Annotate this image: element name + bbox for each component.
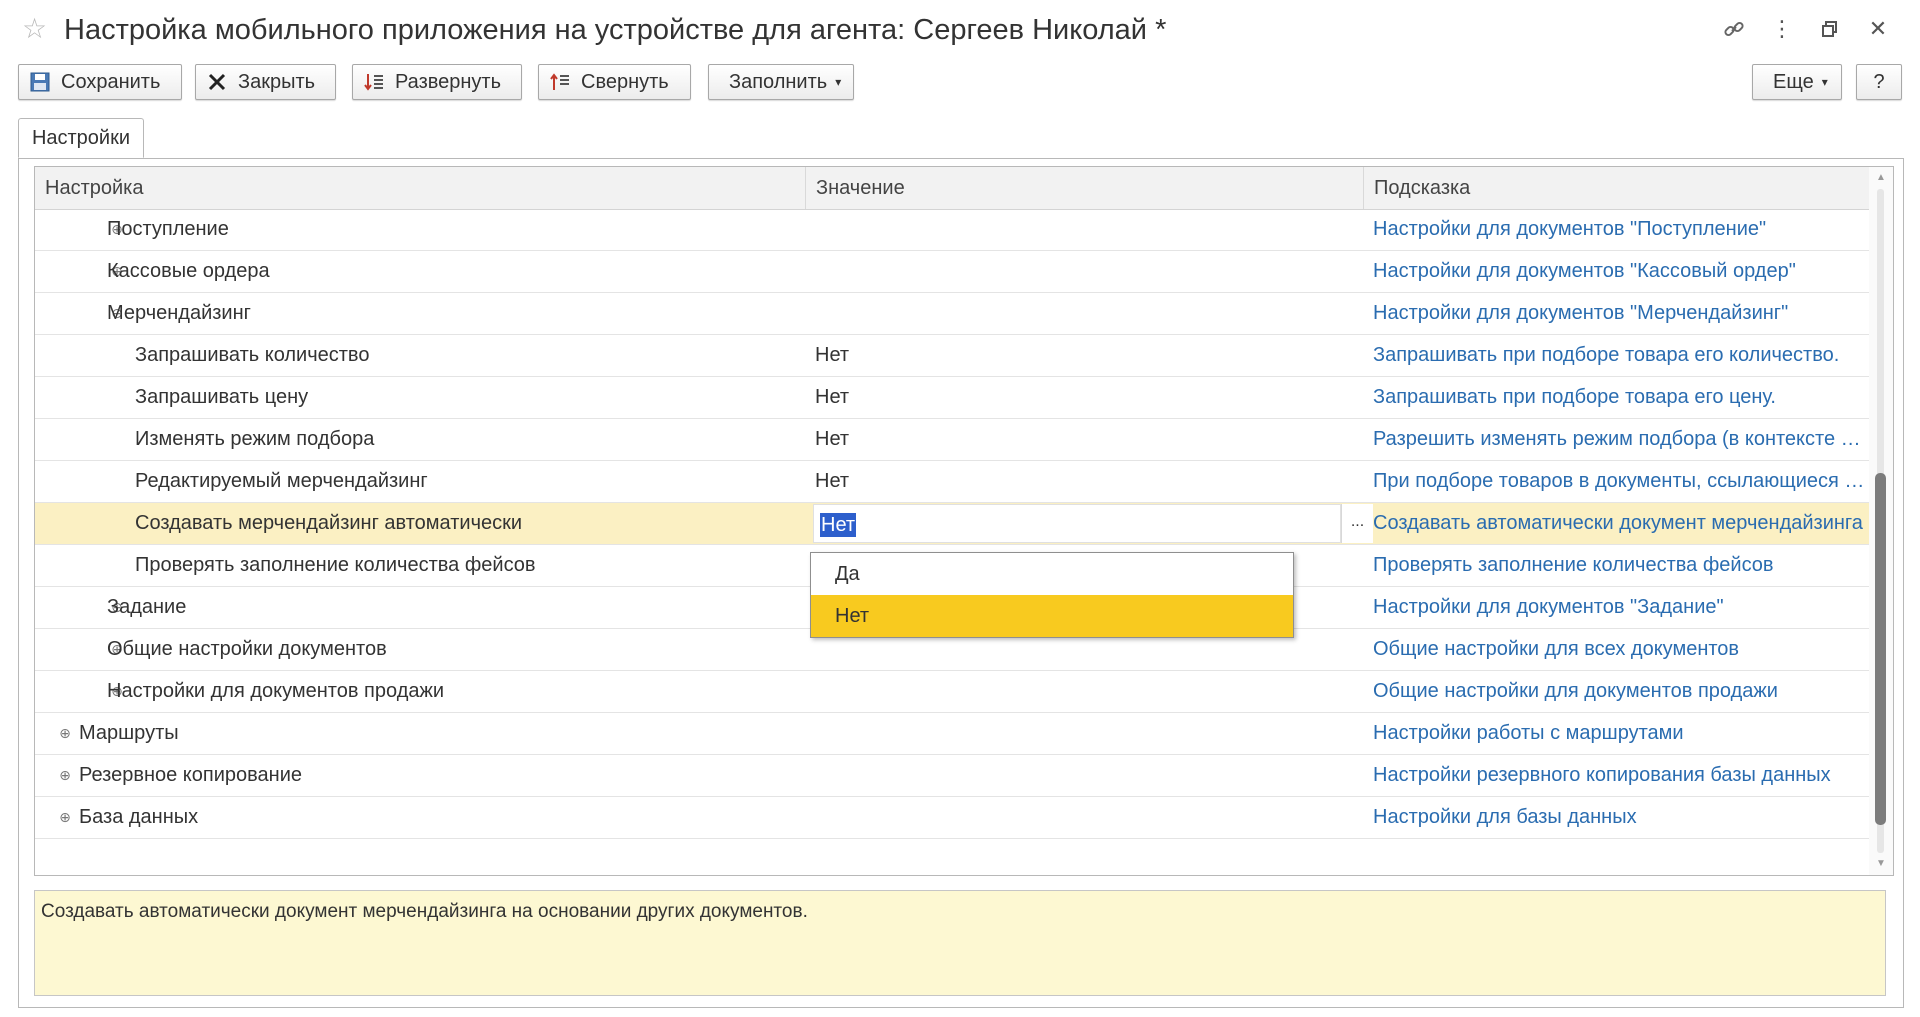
- favorite-star-icon[interactable]: ☆: [22, 14, 47, 44]
- more-vertical-icon[interactable]: ⋮: [1758, 14, 1806, 44]
- setting-value[interactable]: [815, 293, 1355, 334]
- setting-hint-link[interactable]: При подборе товаров в документы, ссылающ…: [1373, 461, 1867, 502]
- setting-name: Настройки для документов продажи: [107, 680, 445, 702]
- setting-hint-link[interactable]: Настройки для документов "Задание": [1373, 587, 1867, 628]
- setting-hint-link[interactable]: Общие настройки для всех документов: [1373, 629, 1867, 670]
- tab-settings[interactable]: Настройки: [18, 118, 144, 158]
- setting-value[interactable]: [815, 755, 1355, 796]
- dropdown-option-yes[interactable]: Да: [811, 553, 1293, 595]
- setting-hint-link[interactable]: Запрашивать при подборе товара его цену.: [1373, 377, 1867, 418]
- choose-button-ellipsis-icon[interactable]: ...: [1341, 504, 1373, 543]
- window-controls: ⋮ ✕: [1710, 14, 1902, 44]
- expand-button[interactable]: Развернуть: [352, 64, 522, 100]
- table-row[interactable]: ⊕ Поступление Настройки для документов "По…: [35, 209, 1869, 251]
- setting-value[interactable]: Нет: [815, 335, 1355, 376]
- setting-name: Мерчендайзинг: [107, 302, 251, 324]
- selected-value-text: Нет: [820, 513, 857, 537]
- close-button[interactable]: Закрыть: [195, 64, 336, 100]
- setting-name: Кассовые ордера: [107, 260, 270, 282]
- setting-hint-link[interactable]: Настройки для базы данных: [1373, 797, 1867, 838]
- fill-dropdown-button[interactable]: Заполнить ▾: [708, 64, 854, 100]
- toolbar: Сохранить Закрыть Развернуть Свернуть За…: [18, 64, 1904, 102]
- title-bar: ☆ Настройка мобильного приложения на уст…: [0, 0, 1920, 58]
- setting-name: Резервное копирование: [79, 764, 303, 786]
- table-header: Настройка Значение Подсказка: [35, 167, 1869, 210]
- setting-hint-link[interactable]: Настройки работы с маршрутами: [1373, 713, 1867, 754]
- collapse-button[interactable]: Свернуть: [538, 64, 691, 100]
- setting-name: База данных: [79, 806, 199, 828]
- help-button[interactable]: ?: [1856, 64, 1902, 100]
- close-window-icon[interactable]: ✕: [1854, 14, 1902, 44]
- setting-value[interactable]: [815, 209, 1355, 250]
- setting-value[interactable]: [815, 797, 1355, 838]
- scroll-thumb[interactable]: [1875, 473, 1886, 825]
- setting-hint-link[interactable]: Проверять заполнение количества фейсов: [1373, 545, 1867, 586]
- table-row[interactable]: ⊕ Резервное копирование Настройки резервно…: [35, 755, 1869, 797]
- vertical-scrollbar[interactable]: ▲ ▼: [1869, 167, 1893, 875]
- setting-hint-link[interactable]: Разрешить изменять режим подбора (в конт…: [1373, 419, 1867, 460]
- setting-value[interactable]: Нет: [815, 377, 1355, 418]
- table-row[interactable]: ⊖ Мерчендайзинг Настройки для документов "…: [35, 293, 1869, 335]
- table-row[interactable]: Создавать мерчендайзинг автоматически Нет…: [35, 503, 1869, 545]
- more-button[interactable]: Еще ▾: [1752, 64, 1842, 100]
- settings-table: Настройка Значение Подсказка ⊕ Поступлени…: [34, 166, 1894, 876]
- table-row[interactable]: ⊕ Маршруты Настройки работы с маршрутами: [35, 713, 1869, 755]
- save-button[interactable]: Сохранить: [18, 64, 182, 100]
- table-row[interactable]: Изменять режим подбора Нет Разрешить измен…: [35, 419, 1869, 461]
- table-row[interactable]: ⊕ Кассовые ордера Настройки для документов…: [35, 251, 1869, 293]
- setting-name: Поступление: [107, 218, 229, 240]
- value-edit-field[interactable]: Нет: [813, 504, 1341, 543]
- value-dropdown-list: Да Нет: [810, 552, 1294, 638]
- expand-tree-icon: [363, 71, 385, 93]
- setting-value[interactable]: [815, 713, 1355, 754]
- setting-hint-link[interactable]: Настройки для документов "Кассовый ордер…: [1373, 251, 1867, 292]
- floppy-disk-icon: [29, 71, 51, 93]
- caret-down-icon: ▾: [835, 75, 842, 89]
- caret-down-icon: ▾: [1821, 75, 1828, 89]
- column-header-setting[interactable]: Настройка: [35, 167, 805, 209]
- setting-name: Запрашивать цену: [135, 386, 309, 408]
- table-row[interactable]: Редактируемый мерчендайзинг Нет При подбор…: [35, 461, 1869, 503]
- setting-name: Редактируемый мерчендайзинг: [135, 470, 428, 492]
- scroll-down-icon[interactable]: ▼: [1869, 855, 1893, 873]
- scroll-up-icon[interactable]: ▲: [1869, 169, 1893, 187]
- close-x-icon: [206, 71, 228, 93]
- setting-value[interactable]: [815, 671, 1355, 712]
- dropdown-option-no[interactable]: Нет: [811, 595, 1293, 637]
- setting-hint-link[interactable]: Настройки для документов "Мерчендайзинг": [1373, 293, 1867, 334]
- setting-name: Создавать мерчендайзинг автоматически: [135, 512, 523, 534]
- setting-name: Маршруты: [79, 722, 179, 744]
- table-row[interactable]: Запрашивать количество Нет Запрашивать при…: [35, 335, 1869, 377]
- tab-strip: Настройки: [18, 118, 1904, 159]
- setting-name: Общие настройки документов: [107, 638, 387, 660]
- setting-name: Изменять режим подбора: [135, 428, 375, 450]
- collapse-tree-icon: [549, 71, 571, 93]
- setting-hint-link[interactable]: Запрашивать при подборе товара его колич…: [1373, 335, 1867, 376]
- setting-value[interactable]: Нет: [815, 461, 1355, 502]
- setting-hint-link[interactable]: Общие настройки для документов продажи: [1373, 671, 1867, 712]
- setting-hint-link[interactable]: Создавать автоматически документ мерченд…: [1373, 503, 1867, 544]
- table-row[interactable]: ⊕ Настройки для документов продажи Общие н…: [35, 671, 1869, 713]
- window-title: Настройка мобильного приложения на устро…: [64, 14, 1167, 46]
- restore-window-icon[interactable]: [1806, 14, 1854, 44]
- link-icon[interactable]: [1710, 14, 1758, 44]
- setting-name: Проверять заполнение количества фейсов: [135, 554, 536, 576]
- setting-hint-link[interactable]: Настройки для документов "Поступление": [1373, 209, 1867, 250]
- column-header-hint[interactable]: Подсказка: [1363, 167, 1869, 209]
- setting-value[interactable]: Нет: [815, 419, 1355, 460]
- setting-value[interactable]: [815, 251, 1355, 292]
- table-row[interactable]: Запрашивать цену Нет Запрашивать при подбо…: [35, 377, 1869, 419]
- setting-hint-link[interactable]: Настройки резервного копирования базы да…: [1373, 755, 1867, 796]
- setting-name: Задание: [107, 596, 187, 618]
- description-box: Создавать автоматически документ мерченд…: [34, 890, 1886, 996]
- setting-name: Запрашивать количество: [135, 344, 370, 366]
- column-header-value[interactable]: Значение: [805, 167, 1365, 209]
- table-body: ⊕ Поступление Настройки для документов "По…: [35, 209, 1869, 839]
- table-row[interactable]: ⊕ База данных Настройки для базы данных: [35, 797, 1869, 839]
